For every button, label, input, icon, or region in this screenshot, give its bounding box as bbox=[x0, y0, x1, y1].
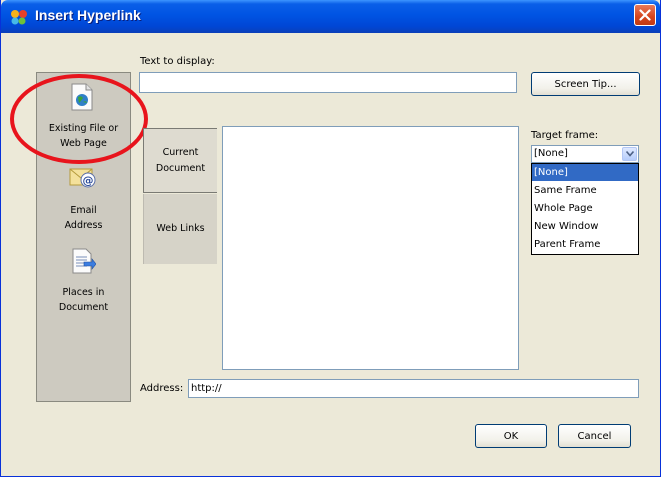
window-title: Insert Hyperlink bbox=[35, 7, 141, 23]
app-logo-icon bbox=[10, 9, 28, 25]
document-list[interactable] bbox=[222, 126, 519, 370]
sidebar-item-places-in-document[interactable]: Places in Document bbox=[37, 238, 130, 318]
chevron-down-icon bbox=[626, 151, 634, 157]
text-to-display-input[interactable] bbox=[139, 72, 517, 93]
dropdown-option-none[interactable]: [None] bbox=[532, 164, 638, 181]
dropdown-option-new-window[interactable]: New Window bbox=[532, 218, 638, 235]
insert-hyperlink-dialog: Insert Hyperlink Text to display: Screen… bbox=[0, 0, 661, 477]
dropdown-option-whole-page[interactable]: Whole Page bbox=[532, 200, 638, 217]
tab-current-document[interactable]: Current Document bbox=[143, 128, 217, 193]
target-frame-select[interactable]: [None] bbox=[531, 145, 639, 163]
svg-text:@: @ bbox=[83, 174, 94, 187]
address-label: Address: bbox=[140, 383, 184, 394]
close-button[interactable] bbox=[634, 4, 656, 26]
dropdown-option-parent-frame[interactable]: Parent Frame bbox=[532, 236, 638, 253]
address-input[interactable]: http:// bbox=[188, 379, 639, 398]
document-icon bbox=[72, 248, 97, 278]
close-icon bbox=[639, 9, 651, 21]
highlight-annotation-circle bbox=[10, 74, 148, 164]
dropdown-option-same-frame[interactable]: Same Frame bbox=[532, 182, 638, 199]
email-icon: @ bbox=[69, 167, 97, 193]
text-to-display-label: Text to display: bbox=[140, 56, 215, 67]
cancel-button[interactable]: Cancel bbox=[558, 424, 631, 448]
title-bar: Insert Hyperlink bbox=[1, 0, 660, 33]
dropdown-arrow-button[interactable] bbox=[622, 147, 637, 161]
ok-button[interactable]: OK bbox=[475, 424, 547, 448]
target-frame-label: Target frame: bbox=[531, 130, 599, 141]
target-frame-dropdown-list: [None] Same Frame Whole Page New Window … bbox=[531, 163, 639, 255]
tab-web-links[interactable]: Web Links bbox=[143, 194, 217, 264]
sidebar-item-email-address[interactable]: @ Email Address bbox=[37, 155, 130, 235]
screen-tip-button[interactable]: Screen Tip... bbox=[531, 72, 640, 96]
